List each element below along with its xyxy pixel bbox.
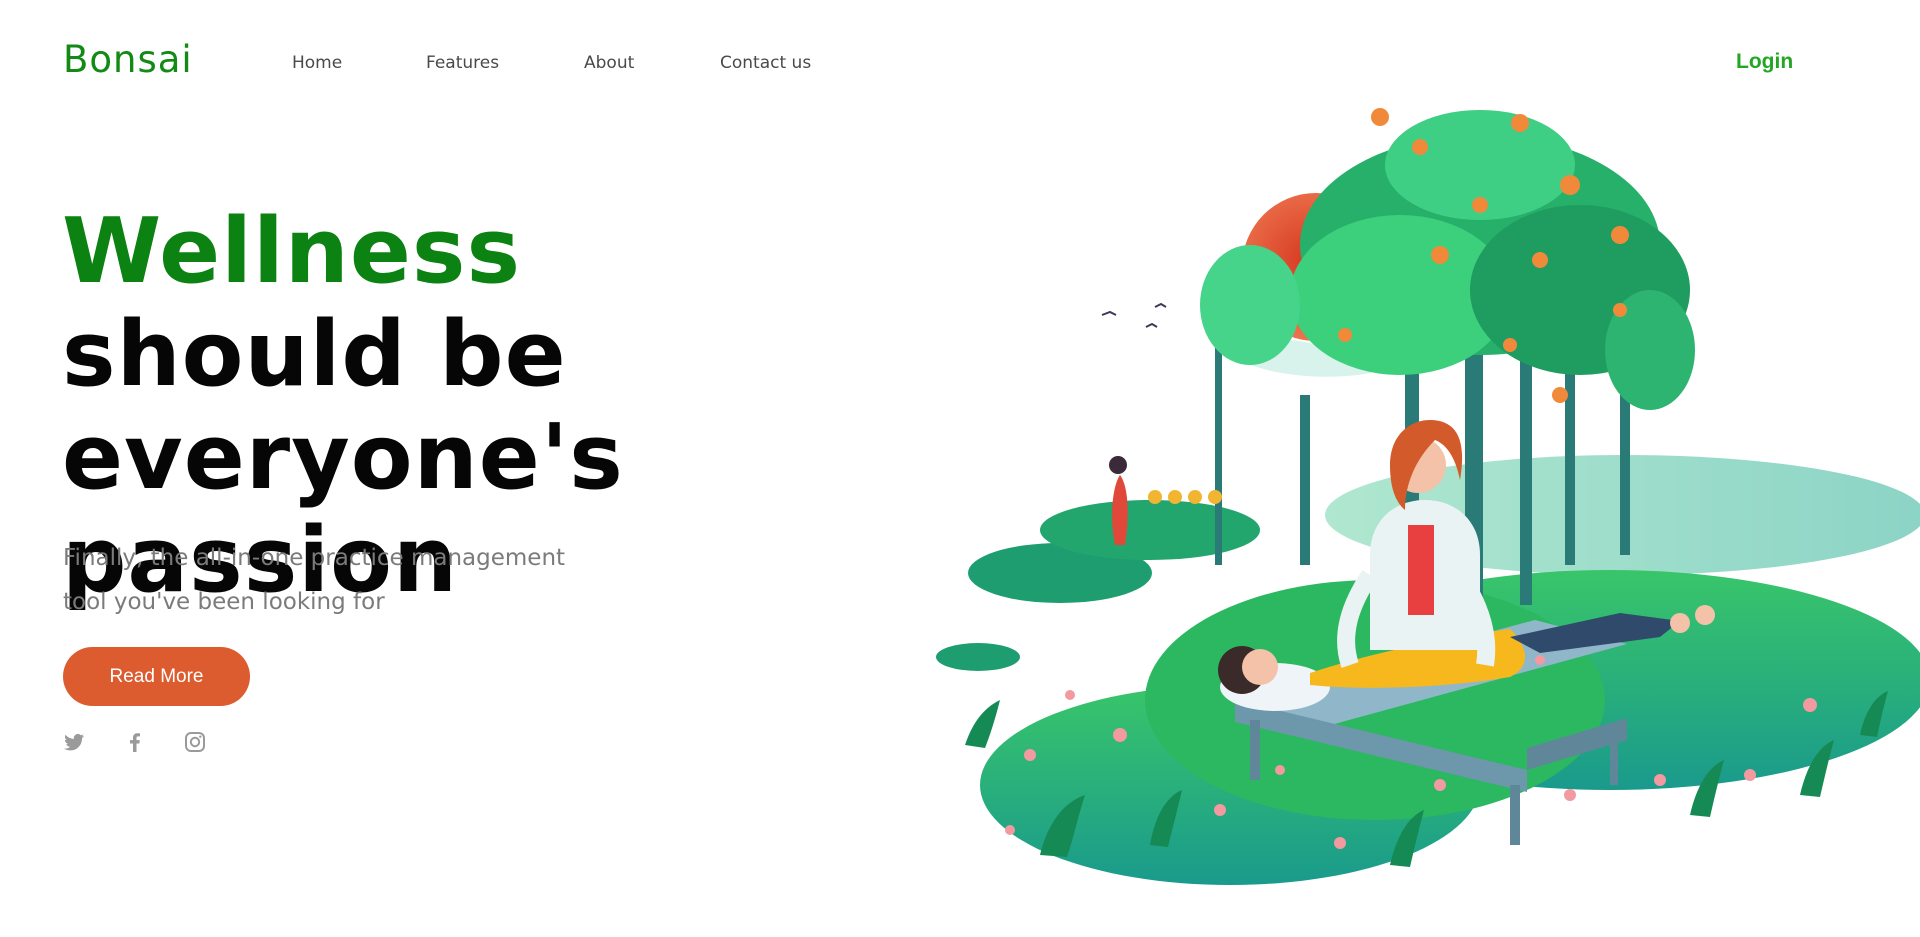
hero-subtitle-line-2: tool you've been looking for [63, 589, 385, 615]
nav-contact-link[interactable]: Contact us [720, 53, 811, 73]
brand-logo[interactable]: Bonsai [63, 38, 193, 81]
instagram-icon[interactable] [183, 730, 207, 754]
nav-features-link[interactable]: Features [426, 53, 499, 73]
read-more-button[interactable]: Read More [63, 647, 250, 706]
login-link[interactable]: Login [1736, 50, 1793, 74]
twitter-icon[interactable] [62, 730, 86, 754]
wellness-illustration [920, 95, 1920, 895]
hero-subtitle-line-1: Finally, the all-in-one practice managem… [63, 545, 566, 571]
hero-subtitle: Finally, the all-in-one practice managem… [63, 536, 623, 624]
nav-home-link[interactable]: Home [292, 53, 342, 73]
nav-about-link[interactable]: About [584, 53, 634, 73]
facebook-icon[interactable] [123, 730, 147, 754]
hero-title-accent: Wellness [62, 199, 522, 304]
